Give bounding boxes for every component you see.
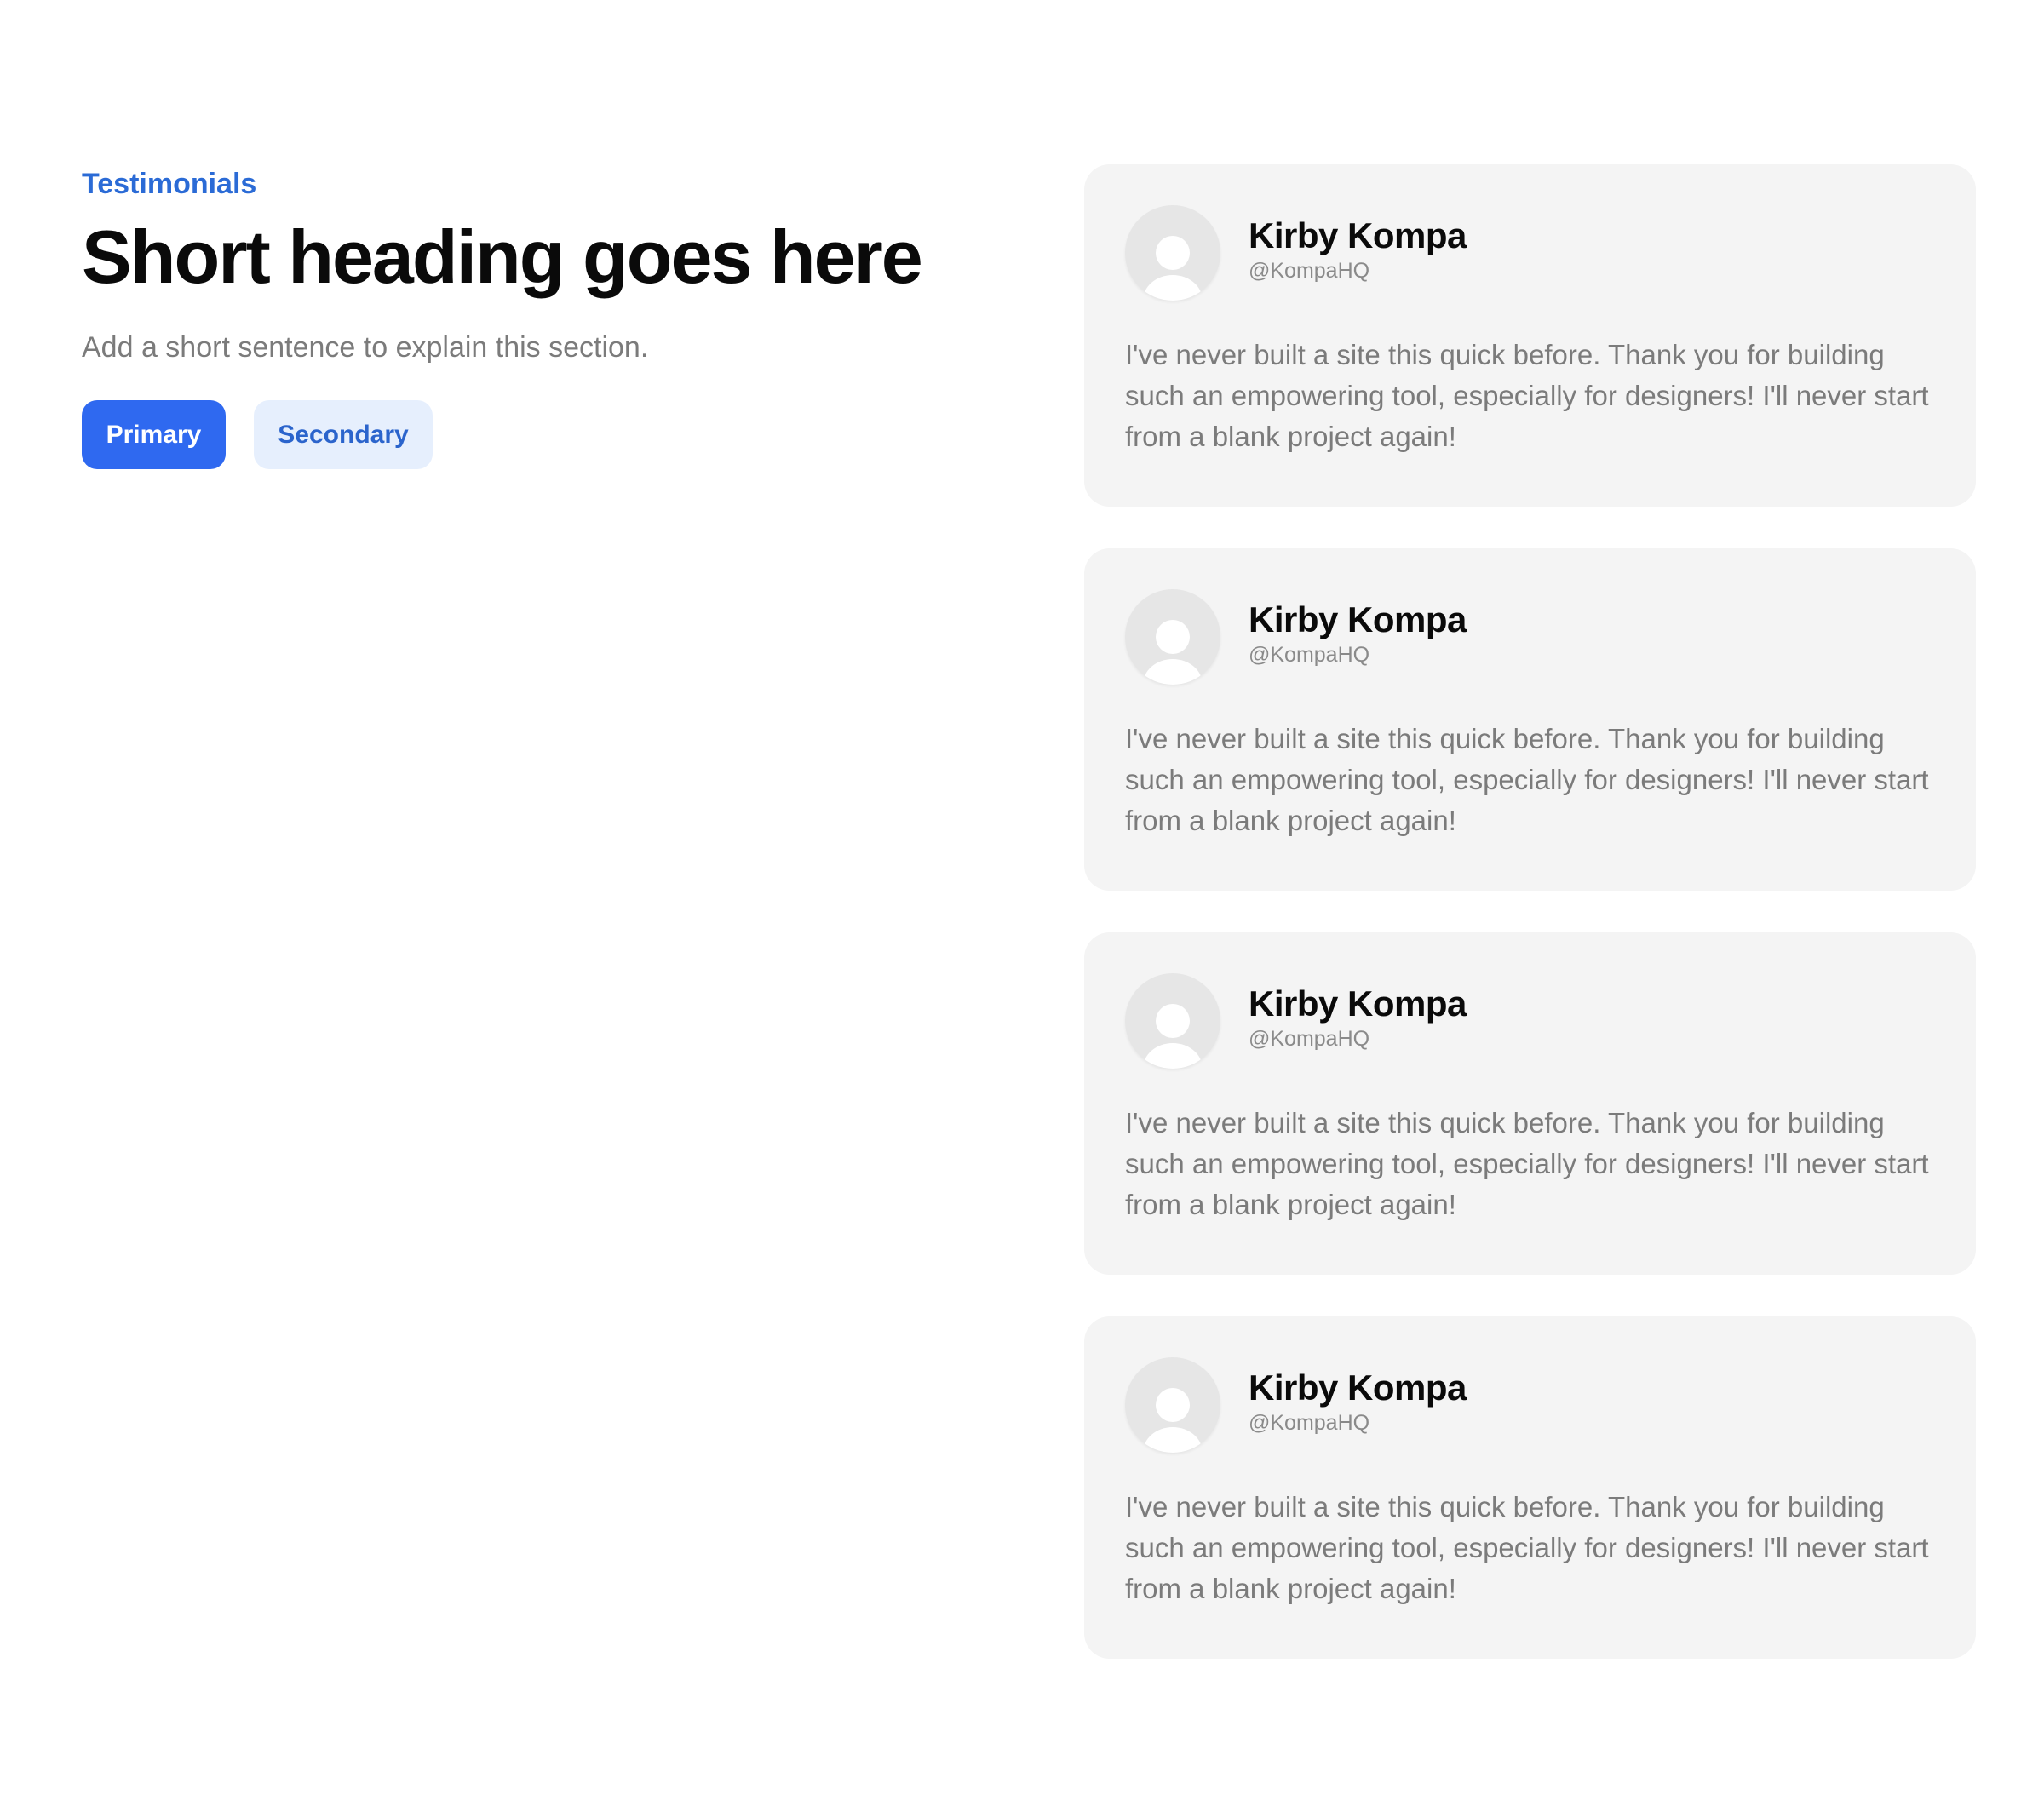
author-handle: @KompaHQ xyxy=(1249,259,1370,283)
testimonial-card: Kirby Kompa @KompaHQ I've never built a … xyxy=(1084,1316,1976,1659)
testimonial-quote: I've never built a site this quick befor… xyxy=(1125,339,1929,452)
testimonial-quote: I've never built a site this quick befor… xyxy=(1125,1107,1929,1220)
section-subtitle: Add a short sentence to explain this sec… xyxy=(82,331,649,364)
section-eyebrow: Testimonials xyxy=(82,168,257,200)
testimonial-card: Kirby Kompa @KompaHQ I've never built a … xyxy=(1084,164,1976,507)
testimonial-card: Kirby Kompa @KompaHQ I've never built a … xyxy=(1084,548,1976,891)
user-avatar-placeholder-icon xyxy=(1125,973,1220,1069)
author-name: Kirby Kompa xyxy=(1249,1368,1467,1408)
testimonial-card: Kirby Kompa @KompaHQ I've never built a … xyxy=(1084,932,1976,1275)
author-info: Kirby Kompa @KompaHQ xyxy=(1249,599,1467,668)
author-handle: @KompaHQ xyxy=(1249,1027,1370,1051)
testimonial-quote: I've never built a site this quick befor… xyxy=(1125,1491,1929,1604)
user-avatar-placeholder-icon xyxy=(1125,589,1220,685)
action-buttons: Primary Secondary xyxy=(82,400,1019,469)
testimonial-list: Kirby Kompa @KompaHQ I've never built a … xyxy=(1084,164,1976,1700)
author-handle: @KompaHQ xyxy=(1249,643,1370,667)
author-name: Kirby Kompa xyxy=(1249,983,1467,1024)
testimonial-author: Kirby Kompa @KompaHQ xyxy=(1125,205,1935,301)
testimonial-author: Kirby Kompa @KompaHQ xyxy=(1125,589,1935,685)
testimonial-author: Kirby Kompa @KompaHQ xyxy=(1125,973,1935,1069)
user-avatar-placeholder-icon xyxy=(1125,1357,1220,1453)
author-name: Kirby Kompa xyxy=(1249,215,1467,255)
testimonials-section: Testimonials Short heading goes here Add… xyxy=(0,0,2044,1812)
author-info: Kirby Kompa @KompaHQ xyxy=(1249,215,1467,284)
user-avatar-placeholder-icon xyxy=(1125,205,1220,301)
testimonial-quote: I've never built a site this quick befor… xyxy=(1125,723,1929,836)
primary-button[interactable]: Primary xyxy=(82,400,226,469)
author-info: Kirby Kompa @KompaHQ xyxy=(1249,1368,1467,1436)
section-heading: Short heading goes here xyxy=(82,215,923,299)
author-name: Kirby Kompa xyxy=(1249,599,1467,639)
section-intro: Testimonials Short heading goes here Add… xyxy=(82,167,1019,469)
secondary-button[interactable]: Secondary xyxy=(254,400,433,469)
author-info: Kirby Kompa @KompaHQ xyxy=(1249,983,1467,1052)
testimonial-author: Kirby Kompa @KompaHQ xyxy=(1125,1357,1935,1453)
author-handle: @KompaHQ xyxy=(1249,1411,1370,1435)
